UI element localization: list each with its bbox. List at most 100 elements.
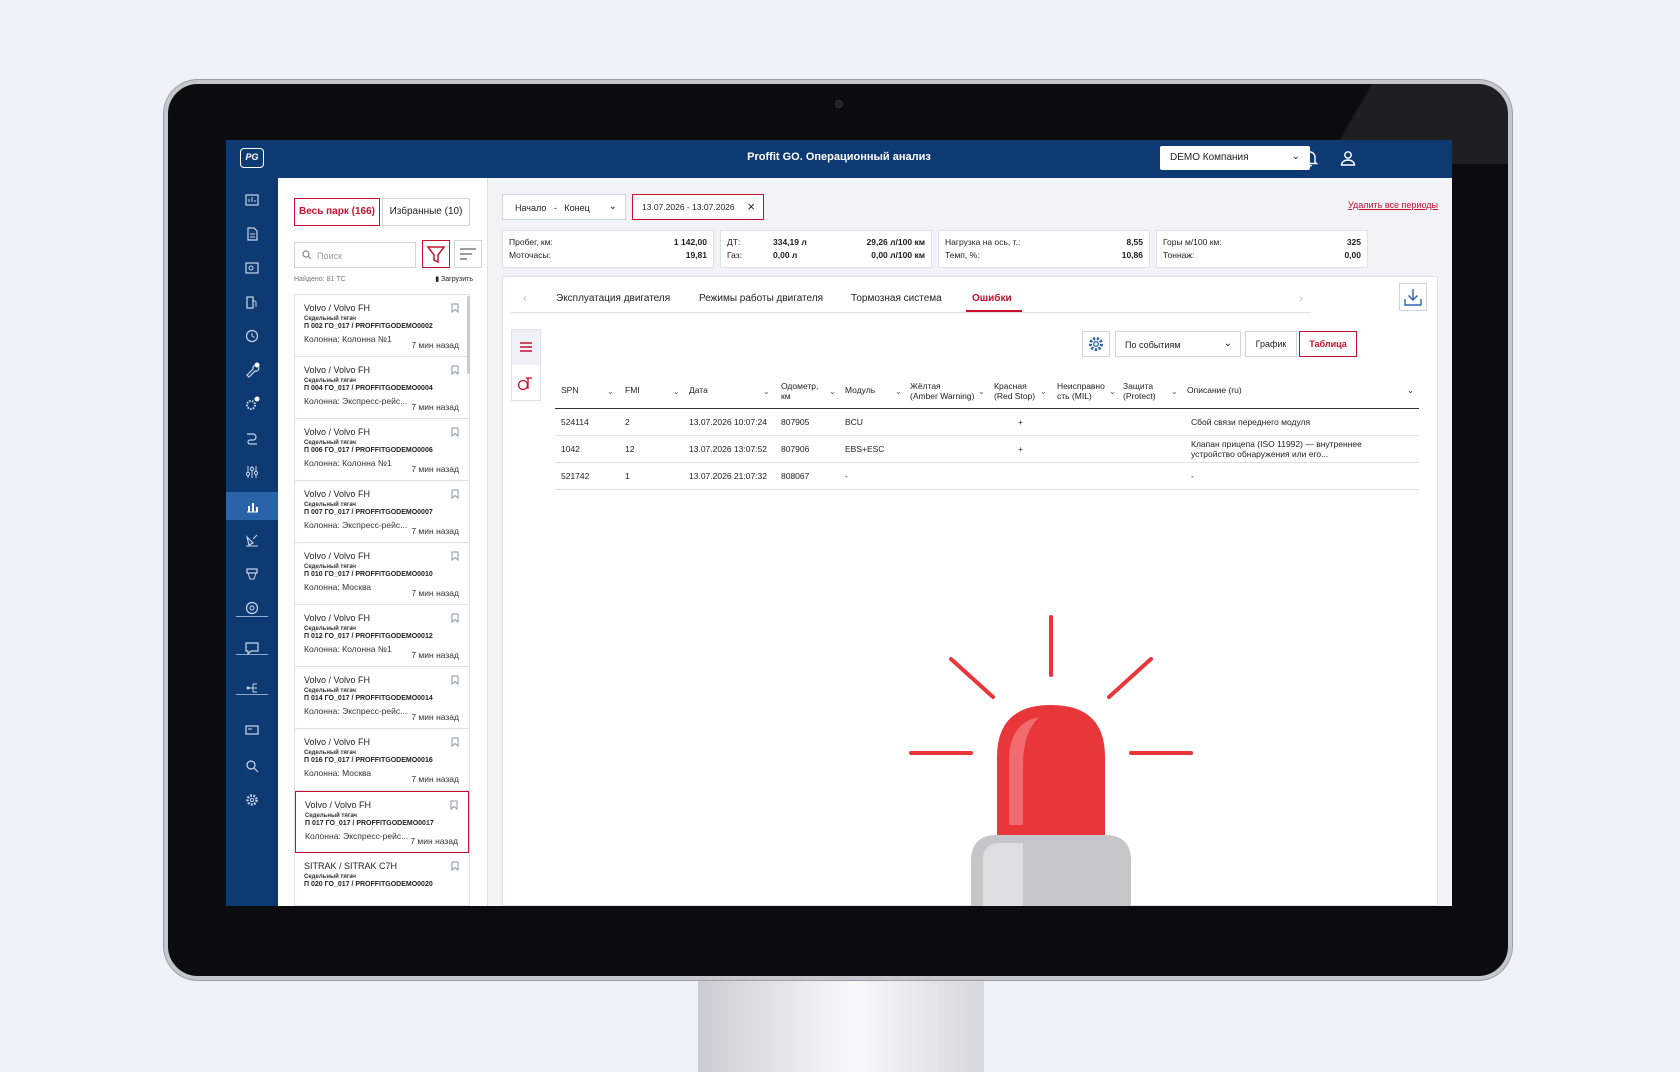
col-module[interactable]: Модуль ⌄ bbox=[845, 385, 902, 396]
tab-errors[interactable]: Ошибки bbox=[972, 293, 1012, 304]
mode-select[interactable]: По событиям ⌄ bbox=[1115, 331, 1241, 357]
search-input[interactable]: Поиск bbox=[294, 242, 416, 268]
table-row[interactable]: 521742 1 13.07.2026 21:07:32 808067 - - bbox=[555, 463, 1419, 490]
bookmark-icon[interactable] bbox=[451, 303, 459, 313]
stat-label: Газ: bbox=[727, 250, 743, 260]
bookmark-icon[interactable] bbox=[451, 861, 459, 871]
vehicle-card[interactable]: Volvo / Volvo FH Седельный тягач П 012 ГО_… bbox=[295, 605, 469, 667]
settings-button[interactable] bbox=[1082, 331, 1110, 357]
vehicle-plate: П 010 ГО_017 / PROFFITGODEMO0010 bbox=[304, 571, 433, 578]
vehicle-card[interactable]: Volvo / Volvo FH Седельный тягач П 016 ГО_… bbox=[295, 729, 469, 791]
mode-select-value: По событиям bbox=[1125, 340, 1181, 350]
rail-divider bbox=[236, 654, 268, 655]
col-spn[interactable]: SPN ⌄ bbox=[561, 385, 614, 396]
rail-item-tree[interactable] bbox=[226, 674, 278, 702]
tab-favorites[interactable]: Избранные (10) bbox=[382, 198, 470, 226]
bookmark-icon[interactable] bbox=[450, 800, 458, 810]
col-odometer[interactable]: Одометр, км ⌄ bbox=[781, 381, 836, 401]
clear-periods-link[interactable]: Удалить все периоды bbox=[1348, 200, 1438, 210]
table-row[interactable]: 1042 12 13.07.2026 13:07:52 807906 EBS+ESC + К… bbox=[555, 436, 1419, 463]
bookmark-icon[interactable] bbox=[451, 737, 459, 747]
rail-item-chat[interactable] bbox=[226, 634, 278, 662]
user-icon[interactable] bbox=[1338, 148, 1358, 168]
bookmark-icon[interactable] bbox=[451, 613, 459, 623]
rail-item-card[interactable] bbox=[226, 716, 278, 744]
rail-item-satellite[interactable] bbox=[226, 526, 278, 554]
vehicle-name: Volvo / Volvo FH bbox=[304, 675, 371, 685]
rail-item-search-doc[interactable] bbox=[226, 752, 278, 780]
col-red[interactable]: Красная (Red Stop) ⌄ bbox=[994, 381, 1047, 401]
chevron-left-icon[interactable]: ‹ bbox=[523, 291, 527, 305]
period-select[interactable]: Начало - Конец ⌄ bbox=[502, 194, 626, 220]
stat-value: 1 142,00 bbox=[673, 237, 707, 247]
bookmark-icon[interactable] bbox=[451, 675, 459, 685]
table-view-button[interactable]: Таблица bbox=[1299, 331, 1357, 357]
rail-item-tire[interactable] bbox=[226, 594, 278, 622]
col-protect[interactable]: Защита (Protect) ⌄ bbox=[1123, 381, 1178, 401]
rail-item-gear-badge[interactable] bbox=[226, 390, 278, 418]
vehicle-card[interactable]: Volvo / Volvo FH Седельный тягач П 017 ГО_… bbox=[295, 791, 469, 853]
temperature-warning-icon[interactable] bbox=[512, 366, 540, 401]
download-button[interactable] bbox=[1399, 283, 1427, 311]
clock-gauge-icon bbox=[245, 329, 259, 343]
analysis-tabs: ‹ Эксплуатация двигателя Режимы работы д… bbox=[511, 277, 1311, 313]
tab-engine-modes[interactable]: Режимы работы двигателя bbox=[699, 293, 823, 304]
rail-item-wrench-badge[interactable] bbox=[226, 356, 278, 384]
stat-label: Горы м/100 км: bbox=[1163, 237, 1222, 247]
tab-engine-operation[interactable]: Эксплуатация двигателя bbox=[556, 293, 670, 304]
col-mil[interactable]: Неисправно сть (MIL) ⌄ bbox=[1057, 381, 1116, 401]
load-button[interactable]: ▮ Загрузить bbox=[435, 275, 473, 283]
chevron-down-icon: ⌄ bbox=[673, 387, 680, 396]
col-label: Неисправно bbox=[1057, 381, 1105, 391]
list-view-tool[interactable] bbox=[512, 330, 540, 365]
date-range-value: 13.07.2026 - 13.07.2026 bbox=[642, 202, 735, 212]
bookmark-icon[interactable] bbox=[451, 427, 459, 437]
col-date[interactable]: Дата ⌄ bbox=[689, 385, 770, 396]
stat-value: 19,81 bbox=[685, 250, 707, 260]
rail-item-sliders[interactable] bbox=[226, 458, 278, 486]
tab-brake-system[interactable]: Тормозная система bbox=[851, 293, 942, 304]
col-fmi[interactable]: FMI ⌄ bbox=[625, 385, 680, 396]
bookmark-icon[interactable] bbox=[451, 365, 459, 375]
vehicle-card[interactable]: Volvo / Volvo FH Седельный тягач П 002 ГО_… bbox=[295, 295, 469, 357]
rail-item-map-report[interactable] bbox=[226, 254, 278, 282]
col-amber[interactable]: Жёлтая (Amber Warning) ⌄ bbox=[910, 381, 985, 401]
rail-item-dashboard[interactable] bbox=[226, 186, 278, 214]
chart-view-button[interactable]: График bbox=[1245, 331, 1297, 357]
vehicle-card[interactable]: Volvo / Volvo FH Седельный тягач П 007 ГО_… bbox=[295, 481, 469, 543]
vehicle-plate: П 002 ГО_017 / PROFFITGODEMO0002 bbox=[304, 323, 433, 330]
vehicle-card[interactable]: Volvo / Volvo FH Седельный тягач П 006 ГО_… bbox=[295, 419, 469, 481]
stat-label: Тоннаж: bbox=[1163, 250, 1195, 260]
col-description[interactable]: Описание (ru) bbox=[1187, 385, 1242, 395]
tab-all-fleet[interactable]: Весь парк (166) bbox=[294, 198, 380, 226]
rail-item-route[interactable] bbox=[226, 424, 278, 452]
table-row[interactable]: 524114 2 13.07.2026 10:07:24 807905 BCU + Сбой… bbox=[555, 409, 1419, 436]
chevron-right-icon[interactable]: › bbox=[1299, 291, 1303, 305]
vehicle-card[interactable]: Volvo / Volvo FH Седельный тягач П 014 ГО_… bbox=[295, 667, 469, 729]
rail-item-lift[interactable] bbox=[226, 560, 278, 588]
bookmark-icon[interactable] bbox=[451, 489, 459, 499]
vehicle-list-scrollbar[interactable] bbox=[467, 296, 470, 374]
col-label-2: (Amber Warning) bbox=[910, 391, 975, 401]
rail-item-settings[interactable] bbox=[226, 786, 278, 814]
info-icon[interactable] bbox=[1260, 148, 1280, 168]
rail-item-fuel-pump[interactable] bbox=[226, 288, 278, 316]
rail-item-analytics[interactable] bbox=[226, 492, 278, 520]
filter-button[interactable] bbox=[422, 240, 450, 268]
sort-button[interactable] bbox=[454, 240, 482, 268]
vehicle-card[interactable]: Volvo / Volvo FH Седельный тягач П 004 ГО_… bbox=[295, 357, 469, 419]
rail-item-clock-gauge[interactable] bbox=[226, 322, 278, 350]
col-label: Красная bbox=[994, 381, 1027, 391]
bookmark-icon[interactable] bbox=[451, 551, 459, 561]
col-label: Модуль bbox=[845, 385, 876, 395]
vehicle-plate: П 014 ГО_017 / PROFFITGODEMO0014 bbox=[304, 695, 433, 702]
bell-icon[interactable] bbox=[1300, 148, 1320, 168]
company-select[interactable]: DEMO Компания ⌄ bbox=[1160, 146, 1310, 170]
date-range-chip[interactable]: 13.07.2026 - 13.07.2026 × bbox=[632, 194, 764, 220]
close-icon[interactable]: × bbox=[747, 199, 755, 214]
top-bar: Proffit GO. Операционный анализ DEMO Ком… bbox=[226, 140, 1452, 178]
rail-item-report[interactable] bbox=[226, 220, 278, 248]
vehicle-card[interactable]: Volvo / Volvo FH Седельный тягач П 010 ГО_… bbox=[295, 543, 469, 605]
chevron-down-icon[interactable]: ⌄ bbox=[1407, 385, 1414, 395]
vehicle-card[interactable]: SITRAK / SITRAK C7H Седельный тягач П 020 … bbox=[295, 853, 469, 905]
